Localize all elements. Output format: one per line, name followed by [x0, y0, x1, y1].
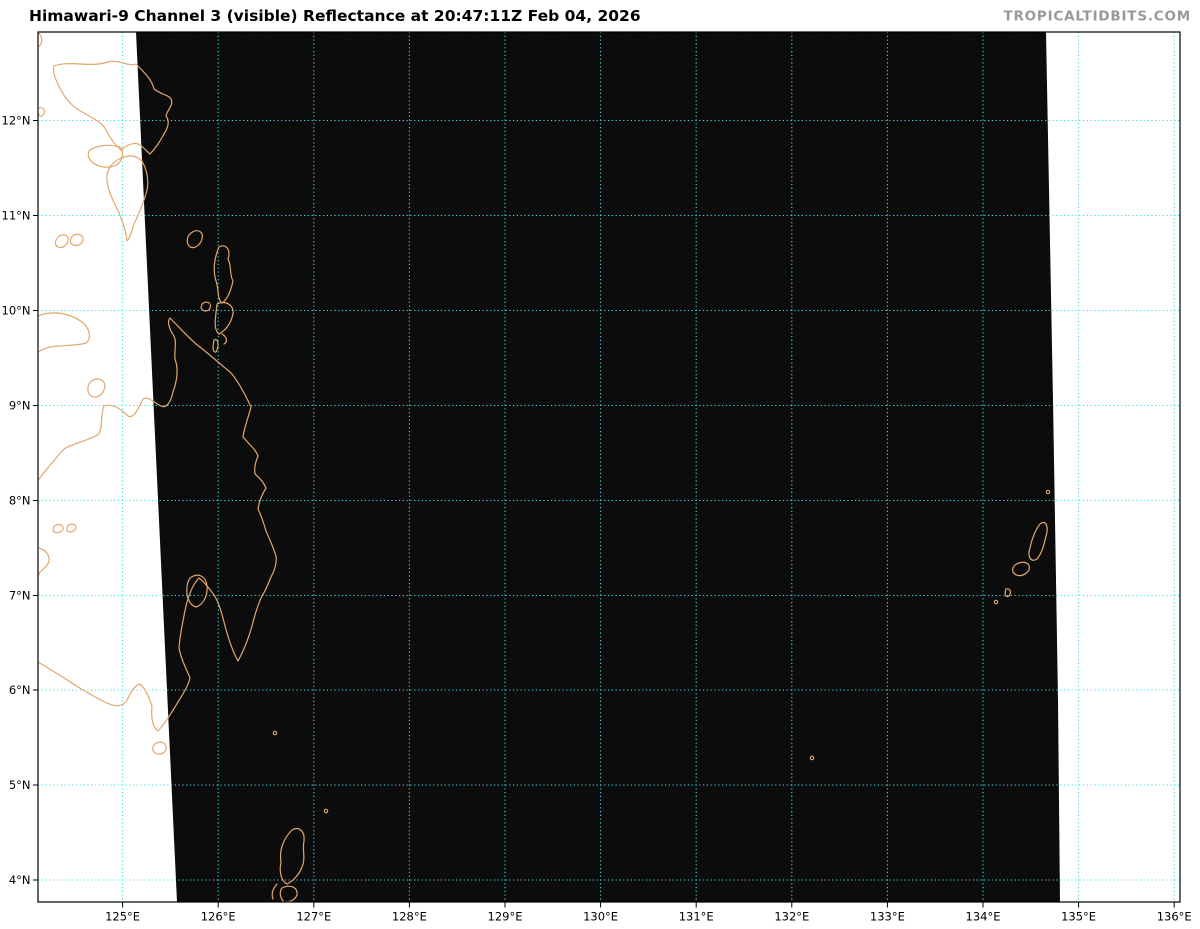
- x-tick-label: 129°E: [488, 910, 523, 924]
- y-tick-label: 4°N: [9, 873, 31, 887]
- coastline-leyte: [106, 155, 149, 242]
- satellite-night-swath: [136, 32, 1060, 902]
- y-tick-label: 9°N: [9, 399, 31, 413]
- coastline-camotes-west: [54, 234, 69, 249]
- tropicaltidbits-watermark: TROPICALTIDBITS.COM: [1003, 9, 1191, 25]
- x-tick-label: 126°E: [201, 910, 236, 924]
- coastline-lake-lanao-west: [52, 523, 64, 534]
- x-tick-label: 136°E: [1157, 910, 1192, 924]
- swath-noise-texture: [136, 32, 1060, 902]
- x-tick-label: 131°E: [679, 910, 714, 924]
- x-tick-label: 132°E: [774, 910, 809, 924]
- coastline-left-edge-peninsula: [37, 547, 50, 578]
- x-tick-label: 130°E: [583, 910, 618, 924]
- y-tick-label: 6°N: [9, 683, 31, 697]
- x-tick-label: 125°E: [105, 910, 140, 924]
- x-tick-label: 128°E: [392, 910, 427, 924]
- himawari-satellite-figure: Himawari-9 Channel 3 (visible) Reflectan…: [0, 0, 1200, 929]
- coastline-camotes-east: [69, 233, 84, 247]
- y-tick-label: 7°N: [9, 589, 31, 603]
- x-tick-label: 127°E: [296, 910, 331, 924]
- coastline-balut: [152, 741, 167, 755]
- x-tick-label: 134°E: [966, 910, 1001, 924]
- figure-title: Himawari-9 Channel 3 (visible) Reflectan…: [29, 7, 641, 25]
- y-tick-label: 8°N: [9, 494, 31, 508]
- coastline-lake-lanao-east: [66, 523, 77, 533]
- coastline-biliran: [87, 144, 124, 168]
- y-tick-label: 12°N: [2, 114, 31, 128]
- x-tick-label: 135°E: [1061, 910, 1096, 924]
- x-tick-label: 133°E: [870, 910, 905, 924]
- coastline-bohol-partial: [37, 312, 91, 353]
- y-tick-label: 11°N: [2, 209, 31, 223]
- coastline-left-edge-islet-mid: [37, 107, 46, 117]
- y-tick-label: 10°N: [2, 304, 31, 318]
- coastline-camiguin: [87, 378, 106, 398]
- satellite-map-svg: Himawari-9 Channel 3 (visible) Reflectan…: [2, 7, 1192, 924]
- y-tick-label: 5°N: [9, 778, 31, 792]
